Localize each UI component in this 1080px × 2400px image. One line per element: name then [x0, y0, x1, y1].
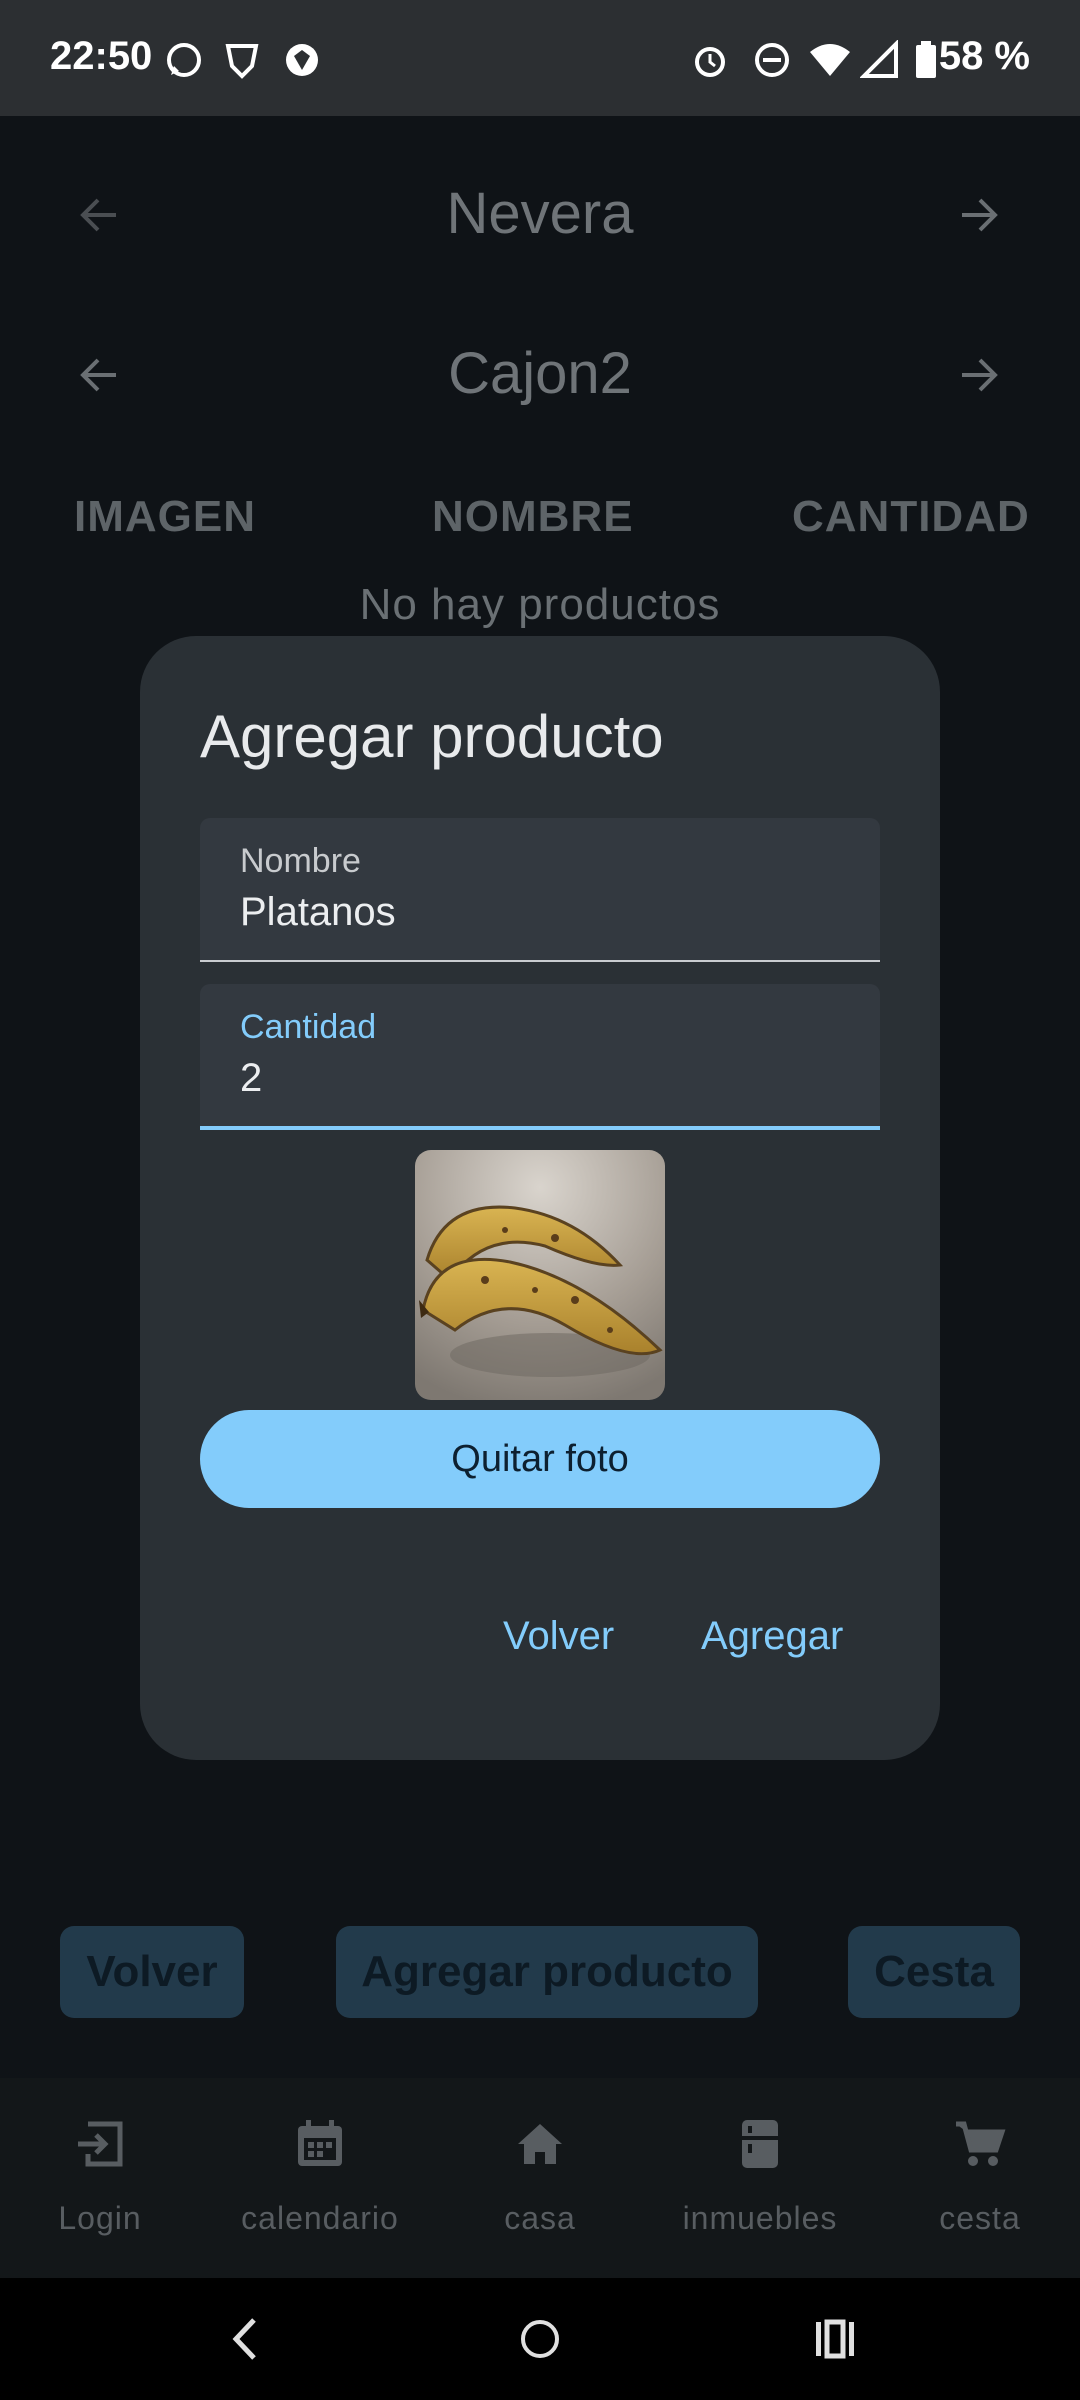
- nav-item-calendario[interactable]: calendario: [200, 2078, 440, 2278]
- status-bar: 22:50 58 %: [0, 0, 1080, 116]
- add-product-button[interactable]: Agregar producto: [336, 1926, 758, 2018]
- nav-label-calendario: calendario: [241, 2200, 399, 2236]
- product-photo: [415, 1150, 665, 1400]
- location-title: Nevera: [446, 181, 634, 246]
- column-header-name: NOMBRE: [432, 492, 634, 541]
- system-recents-icon[interactable]: [812, 2316, 858, 2362]
- dialog-add-button[interactable]: Agregar: [701, 1614, 843, 1659]
- quantity-field[interactable]: Cantidad 2: [200, 984, 880, 1130]
- status-time: 22:50: [50, 34, 153, 78]
- nav-item-login[interactable]: Login: [0, 2078, 200, 2278]
- app-icon: [282, 40, 322, 85]
- next-drawer-arrow-icon[interactable]: [956, 352, 1002, 403]
- name-field-label: Nombre: [240, 842, 361, 880]
- nav-label-cesta: cesta: [939, 2200, 1021, 2236]
- battery-icon: [914, 40, 938, 85]
- nav-item-inmuebles[interactable]: inmuebles: [640, 2078, 880, 2278]
- system-home-icon[interactable]: [518, 2316, 562, 2362]
- dialog-title: Agregar producto: [200, 703, 664, 770]
- quantity-field-value: 2: [240, 1056, 263, 1100]
- nav-label-inmuebles: inmuebles: [682, 2200, 838, 2236]
- next-location-arrow-icon[interactable]: [956, 192, 1002, 243]
- column-header-quantity: CANTIDAD: [792, 492, 1030, 541]
- nav-item-casa[interactable]: casa: [440, 2078, 640, 2278]
- quantity-field-label: Cantidad: [240, 1008, 377, 1046]
- nav-item-cesta[interactable]: cesta: [880, 2078, 1080, 2278]
- system-back-icon[interactable]: [226, 2316, 266, 2362]
- nav-label-login: Login: [58, 2200, 142, 2236]
- add-product-dialog: Agregar producto Nombre Platanos Cantida…: [140, 636, 940, 1760]
- whatsapp-icon: [164, 40, 204, 85]
- nav-label-casa: casa: [504, 2200, 576, 2236]
- drawer-title: Cajon2: [448, 341, 632, 406]
- login-icon: [78, 2121, 123, 2167]
- cart-icon: [956, 2121, 1006, 2166]
- home-icon: [518, 2124, 562, 2164]
- alarm-icon: [690, 40, 730, 85]
- dnd-icon: [752, 40, 792, 85]
- basket-button[interactable]: Cesta: [848, 1926, 1020, 2018]
- back-button[interactable]: Volver: [60, 1926, 244, 2018]
- name-field-value: Platanos: [240, 890, 396, 934]
- battery-percent: 58 %: [938, 34, 1030, 78]
- fridge-icon: [742, 2120, 778, 2168]
- remove-photo-button[interactable]: Quitar foto: [200, 1410, 880, 1508]
- dialog-back-button[interactable]: Volver: [503, 1614, 614, 1659]
- signal-icon: [859, 39, 900, 85]
- wifi-icon: [808, 40, 852, 85]
- bottom-navigation: Login calendario casa inmuebles cesta: [0, 2078, 1080, 2278]
- system-navigation-bar: [0, 2278, 1080, 2400]
- empty-products-message: No hay productos: [359, 580, 721, 629]
- name-field[interactable]: Nombre Platanos: [200, 818, 880, 962]
- brave-icon: [222, 40, 262, 85]
- calendar-icon: [298, 2120, 342, 2166]
- column-header-image: IMAGEN: [74, 492, 256, 541]
